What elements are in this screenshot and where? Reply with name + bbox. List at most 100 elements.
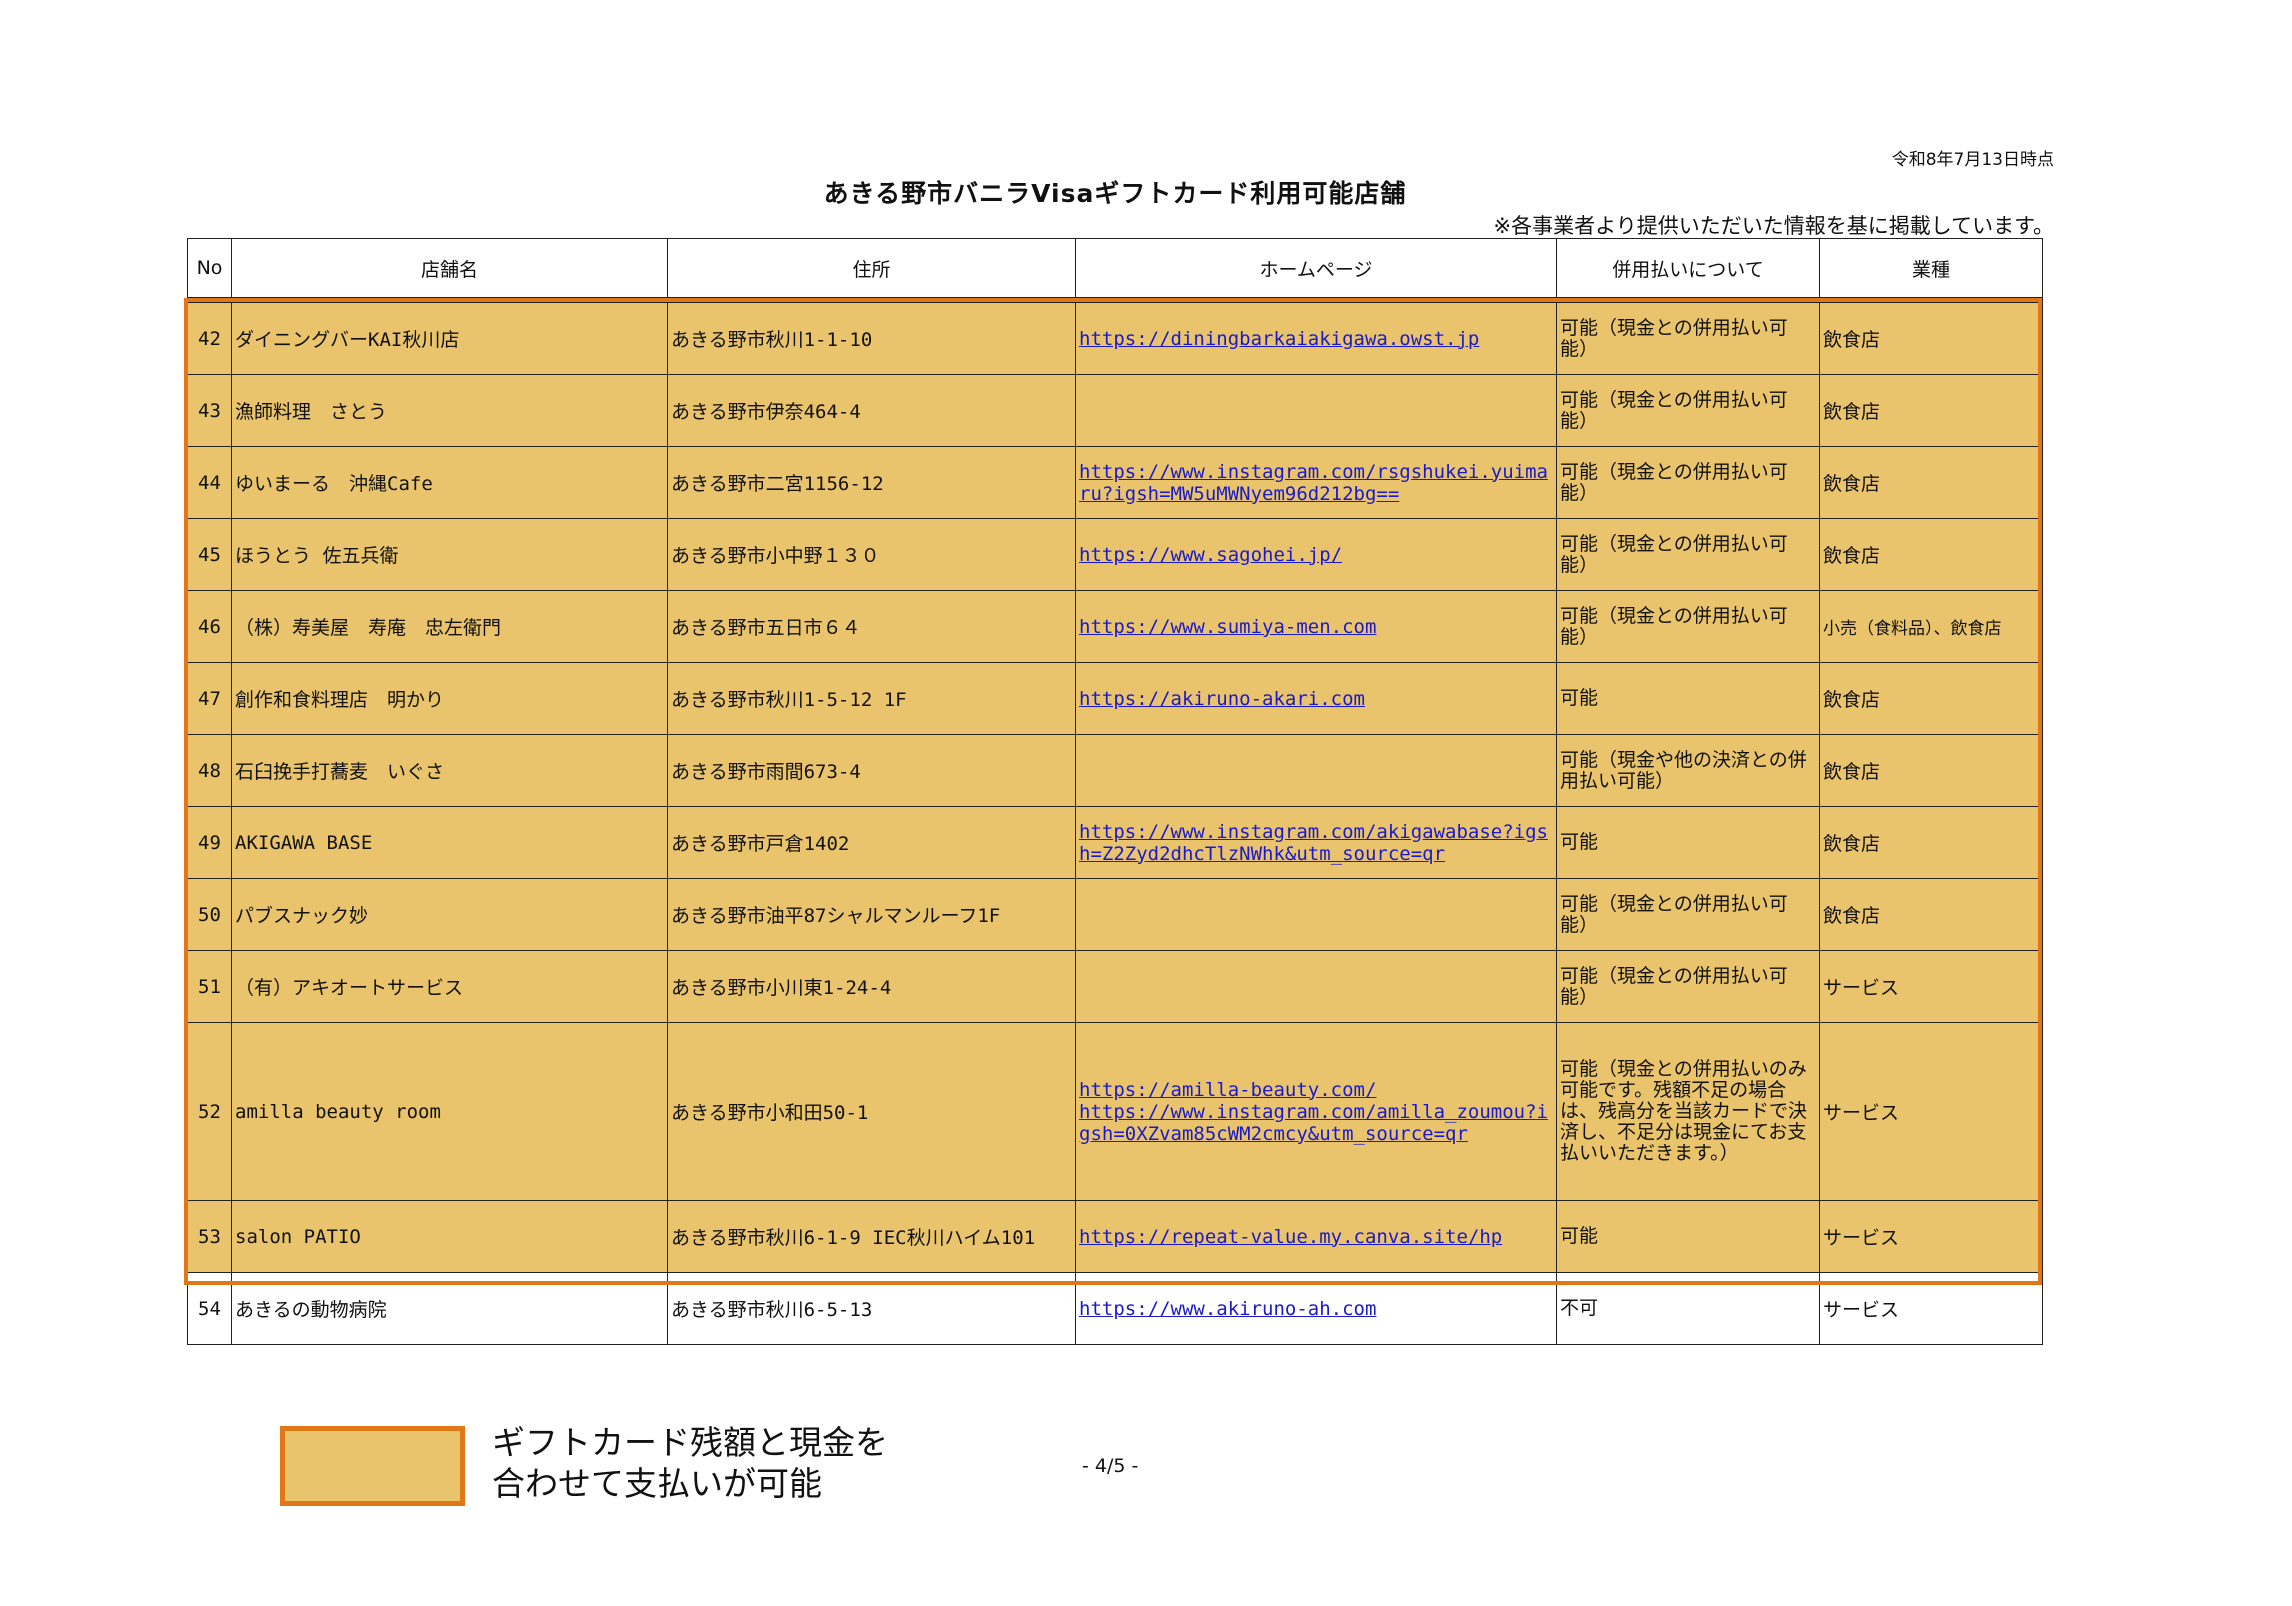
store-name: amilla beauty room xyxy=(231,1022,668,1201)
business-type: 飲食店 xyxy=(1819,878,2043,951)
business-type: 飲食店 xyxy=(1819,662,2043,735)
store-homepage: https://akiruno-akari.com xyxy=(1075,662,1557,735)
store-name: あきるの動物病院 xyxy=(231,1272,668,1345)
as-of-date: 令和8年7月13日時点 xyxy=(1891,150,2054,170)
column-header-address: 住所 xyxy=(667,238,1076,298)
source-note: ※各事業者より提供いただいた情報を基に掲載しています。 xyxy=(1493,214,2054,238)
store-homepage: https://diningbarkaiakigawa.owst.jp xyxy=(1075,302,1557,375)
legend-swatch xyxy=(280,1426,465,1506)
page-title: あきる野市バニラVisaギフトカード利用可能店舗 xyxy=(823,179,1407,208)
payment-note: 可能 xyxy=(1556,1200,1820,1273)
business-type: サービス xyxy=(1819,1272,2043,1345)
table-row: 53 salon PATIO あきる野市秋川6-1-9 IEC秋川ハイム101 … xyxy=(187,1200,2043,1273)
store-address: あきる野市小中野１３０ xyxy=(667,518,1076,591)
store-homepage: https://amilla-beauty.com/ https://www.i… xyxy=(1075,1022,1557,1201)
business-type: 飲食店 xyxy=(1819,734,2043,807)
homepage-link[interactable]: https://amilla-beauty.com/ xyxy=(1079,1079,1553,1101)
table-row: 54 あきるの動物病院 あきる野市秋川6-5-13 https://www.ak… xyxy=(187,1272,2043,1345)
legend-line-2: 合わせて支払いが可能 xyxy=(492,1464,822,1503)
column-header-no: No xyxy=(187,238,232,298)
homepage-link[interactable]: https://akiruno-akari.com xyxy=(1079,688,1553,710)
homepage-link[interactable]: https://repeat-value.my.canva.site/hp xyxy=(1079,1226,1553,1248)
payment-note: 不可 xyxy=(1556,1272,1820,1345)
business-type: サービス xyxy=(1819,950,2043,1023)
row-no: 46 xyxy=(187,590,232,663)
payment-note: 可能（現金との併用払い可能） xyxy=(1556,374,1820,447)
payment-note: 可能（現金との併用払い可能） xyxy=(1556,950,1820,1023)
homepage-link[interactable]: https://diningbarkaiakigawa.owst.jp xyxy=(1079,328,1553,350)
store-address: あきる野市秋川6-5-13 xyxy=(667,1272,1076,1345)
homepage-link[interactable]: https://www.sagohei.jp/ xyxy=(1079,544,1553,566)
row-no: 51 xyxy=(187,950,232,1023)
store-homepage: https://www.instagram.com/rsgshukei.yuim… xyxy=(1075,446,1557,519)
store-name: 石臼挽手打蕎麦 いぐさ xyxy=(231,734,668,807)
store-address: あきる野市小和田50-1 xyxy=(667,1022,1076,1201)
store-homepage: https://www.sagohei.jp/ xyxy=(1075,518,1557,591)
store-address: あきる野市秋川1-5-12 1F xyxy=(667,662,1076,735)
homepage-link[interactable]: https://www.instagram.com/rsgshukei.yuim… xyxy=(1079,461,1553,505)
store-address: あきる野市戸倉1402 xyxy=(667,806,1076,879)
homepage-link[interactable]: https://www.instagram.com/akigawabase?ig… xyxy=(1079,821,1553,865)
payment-note: 可能（現金や他の決済との併用払い可能） xyxy=(1556,734,1820,807)
column-header-kind: 業種 xyxy=(1819,238,2043,298)
store-address: あきる野市油平87シャルマンルーフ1F xyxy=(667,878,1076,951)
row-no: 49 xyxy=(187,806,232,879)
table-row: 43 漁師料理 さとう あきる野市伊奈464-4 可能（現金との併用払い可能） … xyxy=(187,374,2043,447)
store-address: あきる野市小川東1-24-4 xyxy=(667,950,1076,1023)
store-name: 創作和食料理店 明かり xyxy=(231,662,668,735)
store-homepage: https://www.instagram.com/akigawabase?ig… xyxy=(1075,806,1557,879)
store-address: あきる野市伊奈464-4 xyxy=(667,374,1076,447)
table-row: 51 （有）アキオートサービス あきる野市小川東1-24-4 可能（現金との併用… xyxy=(187,950,2043,1023)
business-type: 飲食店 xyxy=(1819,302,2043,375)
row-no: 54 xyxy=(187,1272,232,1345)
business-type: 飲食店 xyxy=(1819,446,2043,519)
store-name: （株）寿美屋 寿庵 忠左衛門 xyxy=(231,590,668,663)
store-homepage: https://repeat-value.my.canva.site/hp xyxy=(1075,1200,1557,1273)
table-row: 50 パブスナック妙 あきる野市油平87シャルマンルーフ1F 可能（現金との併用… xyxy=(187,878,2043,951)
row-no: 42 xyxy=(187,302,232,375)
table-row: 45 ほうとう 佐五兵衛 あきる野市小中野１３０ https://www.sag… xyxy=(187,518,2043,591)
homepage-link[interactable]: https://www.akiruno-ah.com xyxy=(1079,1298,1553,1320)
store-name: （有）アキオートサービス xyxy=(231,950,668,1023)
business-type: 小売（食料品）、飲食店 xyxy=(1819,590,2043,663)
store-address: あきる野市二宮1156-12 xyxy=(667,446,1076,519)
table-row: 42 ダイニングバーKAI秋川店 あきる野市秋川1-1-10 https://d… xyxy=(187,302,2043,375)
store-table: No 店舗名 住所 ホームページ 併用払いについて 業種 42 ダイニングバーK… xyxy=(187,238,2043,1345)
row-no: 48 xyxy=(187,734,232,807)
row-no: 44 xyxy=(187,446,232,519)
payment-note: 可能（現金との併用払い可能） xyxy=(1556,590,1820,663)
store-address: あきる野市五日市６４ xyxy=(667,590,1076,663)
row-no: 45 xyxy=(187,518,232,591)
table-header-row: No 店舗名 住所 ホームページ 併用払いについて 業種 xyxy=(187,238,2043,298)
table-row: 48 石臼挽手打蕎麦 いぐさ あきる野市雨間673-4 可能（現金や他の決済との… xyxy=(187,734,2043,807)
homepage-link[interactable]: https://www.sumiya-men.com xyxy=(1079,616,1553,638)
store-address: あきる野市秋川6-1-9 IEC秋川ハイム101 xyxy=(667,1200,1076,1273)
row-no: 53 xyxy=(187,1200,232,1273)
table-row: 46 （株）寿美屋 寿庵 忠左衛門 あきる野市五日市６４ https://www… xyxy=(187,590,2043,663)
business-type: 飲食店 xyxy=(1819,374,2043,447)
column-header-name: 店舗名 xyxy=(231,238,668,298)
legend-text: ギフトカード残額と現金を 合わせて支払いが可能 xyxy=(492,1422,888,1504)
instagram-link[interactable]: https://www.instagram.com/amilla_zoumou?… xyxy=(1079,1101,1553,1145)
business-type: 飲食店 xyxy=(1819,806,2043,879)
store-name: 漁師料理 さとう xyxy=(231,374,668,447)
table-row: 47 創作和食料理店 明かり あきる野市秋川1-5-12 1F https://… xyxy=(187,662,2043,735)
business-type: 飲食店 xyxy=(1819,518,2043,591)
store-name: パブスナック妙 xyxy=(231,878,668,951)
store-name: ダイニングバーKAI秋川店 xyxy=(231,302,668,375)
payment-note: 可能 xyxy=(1556,662,1820,735)
store-homepage xyxy=(1075,734,1557,807)
row-no: 50 xyxy=(187,878,232,951)
row-no: 47 xyxy=(187,662,232,735)
payment-note: 可能（現金との併用払い可能） xyxy=(1556,302,1820,375)
store-address: あきる野市雨間673-4 xyxy=(667,734,1076,807)
payment-note: 可能（現金との併用払いのみ可能です。残額不足の場合は、残高分を当該カードで決済し… xyxy=(1556,1022,1820,1201)
payment-note: 可能（現金との併用払い可能） xyxy=(1556,878,1820,951)
column-header-homepage: ホームページ xyxy=(1075,238,1557,298)
column-header-payment: 併用払いについて xyxy=(1556,238,1820,298)
page-number: - 4/5 - xyxy=(1082,1455,1139,1477)
business-type: サービス xyxy=(1819,1200,2043,1273)
row-no: 43 xyxy=(187,374,232,447)
payment-note: 可能（現金との併用払い可能） xyxy=(1556,446,1820,519)
table-row: 44 ゆいまーる 沖縄Cafe あきる野市二宮1156-12 https://w… xyxy=(187,446,2043,519)
